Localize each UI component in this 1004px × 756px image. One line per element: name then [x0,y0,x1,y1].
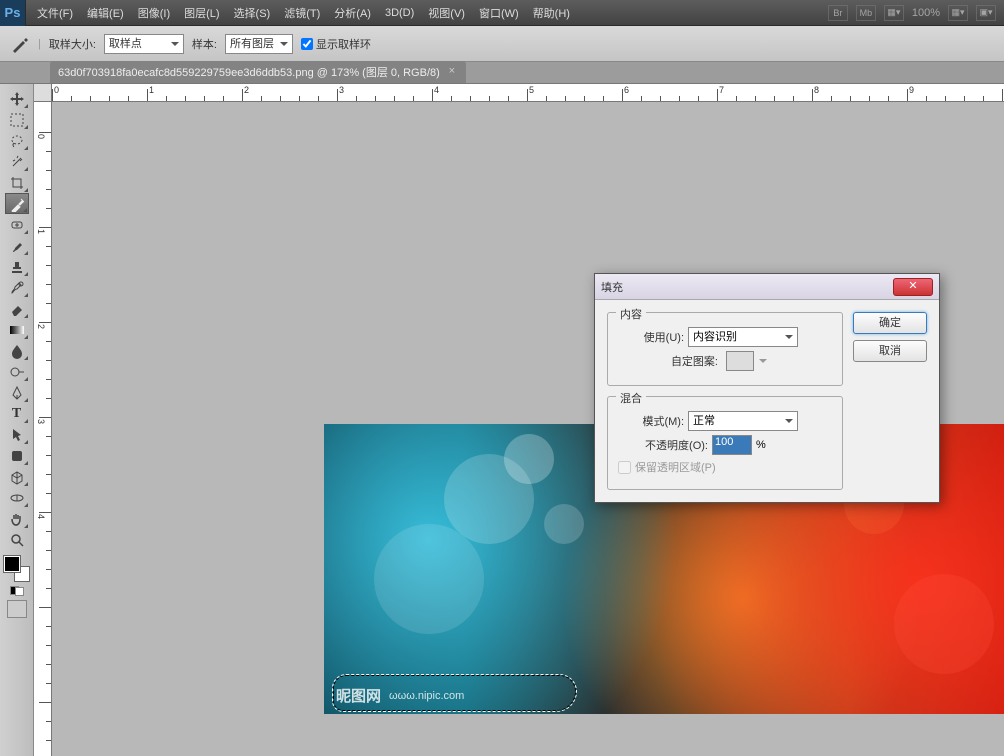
menu-3d[interactable]: 3D(D) [378,7,421,19]
eyedropper-tool[interactable] [5,193,29,214]
document-title: 63d0f703918fa0ecafc8d559229759ee3d6ddb53… [58,64,440,80]
shape-tool[interactable] [5,445,29,466]
3d-camera-tool[interactable] [5,487,29,508]
menu-help[interactable]: 帮助(H) [526,5,577,21]
default-colors-icon[interactable] [10,586,24,596]
app-logo: Ps [0,0,26,26]
3d-tool[interactable] [5,466,29,487]
blur-tool[interactable] [5,340,29,361]
options-bar: | 取样大小: 取样点 样本: 所有图层 显示取样环 [0,26,1004,62]
ok-button[interactable]: 确定 [853,312,927,334]
sample-layers-select[interactable]: 所有图层 [225,34,293,54]
menu-analysis[interactable]: 分析(A) [327,5,378,21]
cancel-button[interactable]: 取消 [853,340,927,362]
heal-tool[interactable] [5,214,29,235]
hand-tool[interactable] [5,508,29,529]
blend-legend: 混合 [616,390,646,406]
pen-tool[interactable] [5,382,29,403]
show-ring-checkbox[interactable]: 显示取样环 [301,36,371,52]
menu-view[interactable]: 视图(V) [421,5,472,21]
opacity-label: 不透明度(O): [618,437,708,453]
launch-bridge-icon[interactable]: Br [828,5,848,21]
foreground-color[interactable] [4,556,20,572]
use-label: 使用(U): [618,329,684,345]
menu-filter[interactable]: 滤镜(T) [277,5,327,21]
menu-select[interactable]: 选择(S) [227,5,278,21]
view-extras-icon[interactable]: ▦▾ [884,5,904,21]
ruler-origin[interactable] [34,84,52,102]
dialog-titlebar[interactable]: 填充 ✕ [595,274,939,300]
launch-mb-icon[interactable]: Mb [856,5,876,21]
show-ring-input[interactable] [301,38,313,50]
pattern-swatch [726,351,754,371]
sample-size-select[interactable]: 取样点 [104,34,184,54]
menubar-right: Br Mb ▦▾ 100% ▦▾ ▣▾ [828,5,1004,21]
selection-marquee [332,674,577,712]
document-tab-bar: 63d0f703918fa0ecafc8d559229759ee3d6ddb53… [0,62,1004,84]
close-tab-icon[interactable]: × [446,66,458,78]
toolbox: T [0,84,34,756]
show-ring-label: 显示取样环 [316,36,371,52]
history-brush-tool[interactable] [5,277,29,298]
blend-fieldset: 混合 模式(M): 正常 不透明度(O): 100 % 保留透明区域(P) [607,396,843,490]
eraser-tool[interactable] [5,298,29,319]
menu-file[interactable]: 文件(F) [30,5,80,21]
wand-tool[interactable] [5,151,29,172]
opacity-unit: % [756,439,766,451]
mode-select[interactable]: 正常 [688,411,798,431]
menu-image[interactable]: 图像(I) [131,5,177,21]
dialog-close-button[interactable]: ✕ [893,278,933,296]
use-select[interactable]: 内容识别 [688,327,798,347]
dialog-title: 填充 [601,279,893,295]
color-swatches[interactable] [4,556,30,582]
dodge-tool[interactable] [5,361,29,382]
screen-mode-icon[interactable]: ▣▾ [976,5,996,21]
ruler-vertical[interactable]: 01234 [34,102,52,756]
stamp-tool[interactable] [5,256,29,277]
preserve-transparency-checkbox [618,461,631,474]
path-select-tool[interactable] [5,424,29,445]
menu-bar: Ps 文件(F) 编辑(E) 图像(I) 图层(L) 选择(S) 滤镜(T) 分… [0,0,1004,26]
fill-dialog: 填充 ✕ 内容 使用(U): 内容识别 自定图案: 混合 模式(M): 正常 [594,273,940,503]
crop-tool[interactable] [5,172,29,193]
lasso-tool[interactable] [5,130,29,151]
ruler-horizontal[interactable]: 012345678910 [52,84,1004,102]
move-tool[interactable] [5,88,29,109]
menu-edit[interactable]: 编辑(E) [80,5,131,21]
preserve-transparency-label: 保留透明区域(P) [635,459,716,475]
zoom-tool[interactable] [5,529,29,550]
content-legend: 内容 [616,306,646,322]
brush-tool[interactable] [5,235,29,256]
current-tool-icon[interactable] [10,34,30,54]
pattern-label: 自定图案: [618,353,718,369]
gradient-tool[interactable] [5,319,29,340]
document-tab[interactable]: 63d0f703918fa0ecafc8d559229759ee3d6ddb53… [50,61,466,83]
dialog-body: 内容 使用(U): 内容识别 自定图案: 混合 模式(M): 正常 不透明度(O… [595,300,939,502]
menu-window[interactable]: 窗口(W) [472,5,526,21]
quick-mask-icon[interactable] [7,600,27,618]
sample-label: 样本: [192,36,217,52]
sample-size-label: 取样大小: [49,36,96,52]
zoom-level[interactable]: 100% [912,7,940,19]
arrange-docs-icon[interactable]: ▦▾ [948,5,968,21]
marquee-tool[interactable] [5,109,29,130]
menu-layer[interactable]: 图层(L) [177,5,226,21]
content-fieldset: 内容 使用(U): 内容识别 自定图案: [607,312,843,386]
opacity-input[interactable]: 100 [712,435,752,455]
type-tool[interactable]: T [5,403,29,424]
mode-label: 模式(M): [618,413,684,429]
